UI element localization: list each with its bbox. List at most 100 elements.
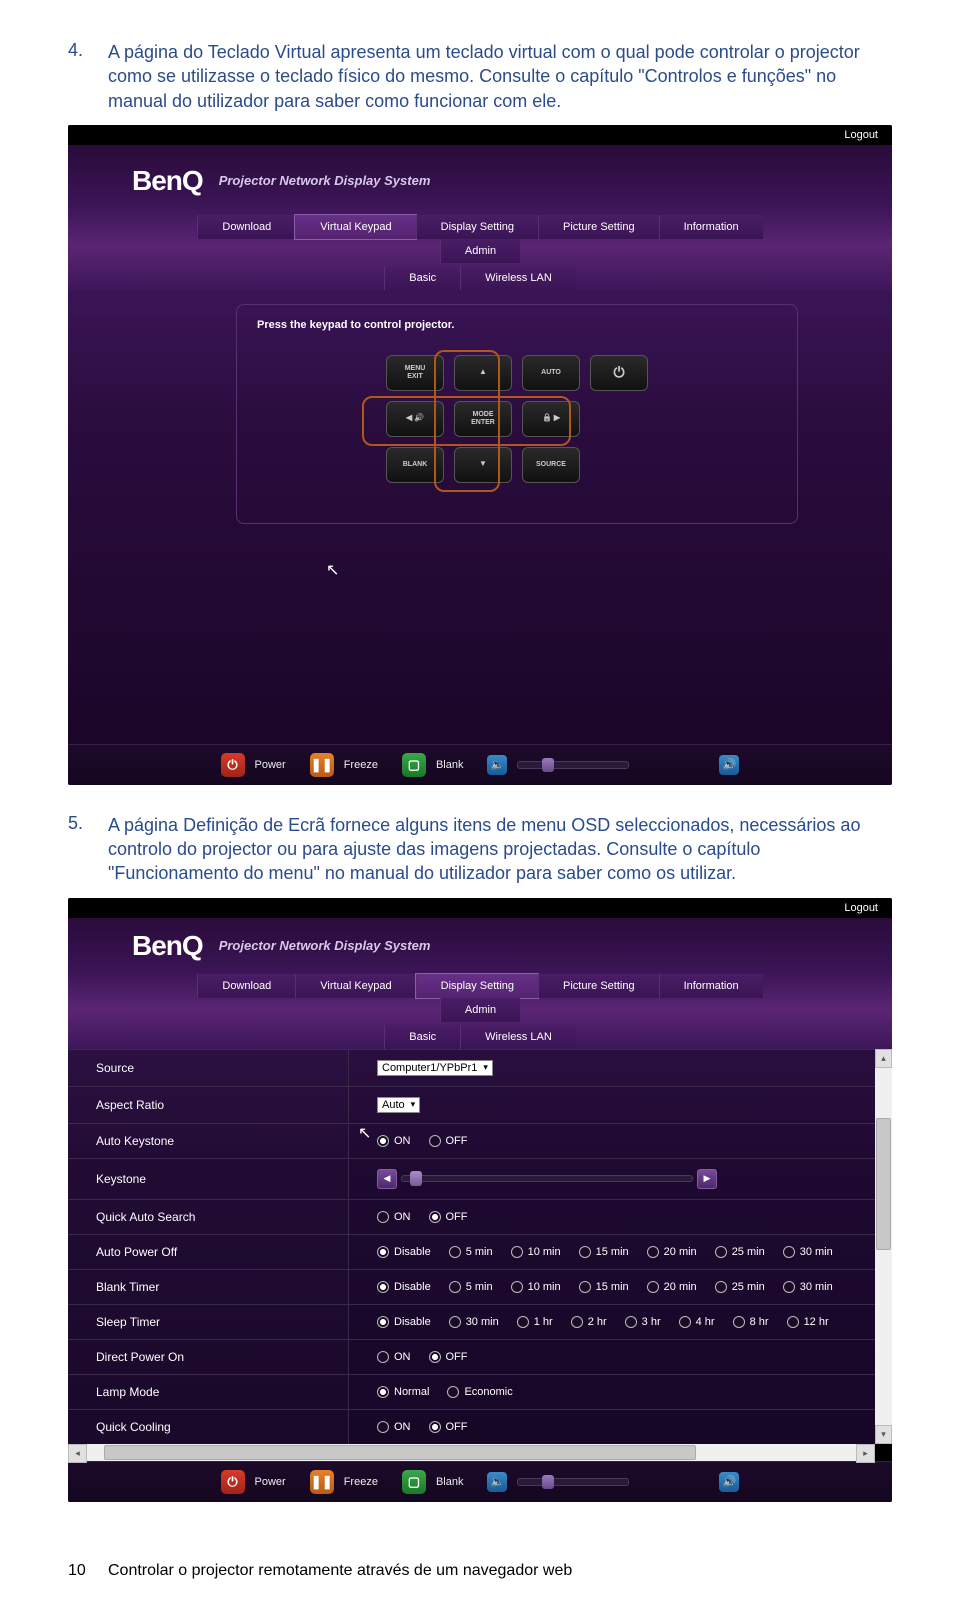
key-down[interactable] bbox=[454, 447, 512, 483]
slider-increase-button[interactable]: ▶ bbox=[697, 1169, 717, 1189]
radio-on[interactable]: ON bbox=[377, 1135, 411, 1147]
scroll-down-button[interactable]: ▾ bbox=[875, 1425, 892, 1444]
cursor-icon: ↖ bbox=[358, 1123, 371, 1143]
scroll-track[interactable] bbox=[875, 1068, 892, 1425]
radio-disable[interactable]: Disable bbox=[377, 1316, 431, 1328]
nav-display-setting[interactable]: Display Setting bbox=[416, 215, 538, 239]
key-left[interactable] bbox=[386, 401, 444, 437]
row-direct-power-on: Direct Power On ON OFF bbox=[68, 1339, 892, 1374]
nav-picture-setting[interactable]: Picture Setting bbox=[538, 974, 659, 998]
status-freeze-button[interactable]: ❚❚ bbox=[310, 753, 334, 777]
nav-display-setting[interactable]: Display Setting bbox=[416, 974, 538, 998]
subnav-basic[interactable]: Basic bbox=[384, 1025, 460, 1049]
volume-slider[interactable] bbox=[517, 1478, 629, 1486]
logo: BenQ bbox=[132, 930, 203, 962]
slider-thumb[interactable] bbox=[410, 1171, 422, 1186]
nav-virtual-keypad[interactable]: Virtual Keypad bbox=[295, 215, 415, 239]
radio-15min[interactable]: 15 min bbox=[579, 1281, 629, 1293]
slider-keystone[interactable]: ◀ ▶ bbox=[377, 1169, 717, 1189]
radio-30min[interactable]: 30 min bbox=[449, 1316, 499, 1328]
volume-slider-thumb[interactable] bbox=[542, 758, 554, 772]
scroll-thumb[interactable] bbox=[876, 1118, 891, 1250]
logout-link[interactable]: Logout bbox=[844, 129, 878, 141]
nav-admin[interactable]: Admin bbox=[440, 239, 520, 263]
subnav-wireless-lan[interactable]: Wireless LAN bbox=[460, 266, 576, 290]
key-power[interactable] bbox=[590, 355, 648, 391]
nav-information[interactable]: Information bbox=[659, 215, 763, 239]
radio-on[interactable]: ON bbox=[377, 1351, 411, 1363]
radio-2hr[interactable]: 2 hr bbox=[571, 1316, 607, 1328]
volume-slider[interactable] bbox=[517, 761, 629, 769]
nav-picture-setting[interactable]: Picture Setting bbox=[538, 215, 659, 239]
radio-4hr[interactable]: 4 hr bbox=[679, 1316, 715, 1328]
radio-group-direct-power-on: ON OFF bbox=[377, 1351, 880, 1363]
status-blank-button[interactable]: ▢ bbox=[402, 1470, 426, 1494]
status-blank-button[interactable]: ▢ bbox=[402, 753, 426, 777]
keypad-panel: Press the keypad to control projector. M… bbox=[236, 304, 798, 524]
vertical-scrollbar[interactable]: ▴ ▾ bbox=[875, 1049, 892, 1444]
keypad-instruction: Press the keypad to control projector. bbox=[257, 319, 777, 331]
status-power-button[interactable]: ⏻ bbox=[221, 1470, 245, 1494]
radio-on[interactable]: ON bbox=[377, 1421, 411, 1433]
radio-10min[interactable]: 10 min bbox=[511, 1246, 561, 1258]
scroll-left-button[interactable]: ◂ bbox=[68, 1444, 87, 1463]
radio-12hr[interactable]: 12 hr bbox=[787, 1316, 829, 1328]
radio-normal[interactable]: Normal bbox=[377, 1386, 429, 1398]
nav-download[interactable]: Download bbox=[197, 215, 295, 239]
horizontal-scrollbar[interactable]: ◂ ▸ bbox=[68, 1444, 875, 1461]
radio-30min[interactable]: 30 min bbox=[783, 1281, 833, 1293]
radio-10min[interactable]: 10 min bbox=[511, 1281, 561, 1293]
status-power-button[interactable]: ⏻ bbox=[221, 753, 245, 777]
key-menu-exit[interactable]: MENU EXIT bbox=[386, 355, 444, 391]
key-blank[interactable]: BLANK bbox=[386, 447, 444, 483]
key-mode-enter[interactable]: MODE ENTER bbox=[454, 401, 512, 437]
volume-up-icon[interactable]: 🔊 bbox=[719, 755, 739, 775]
key-auto[interactable]: AUTO bbox=[522, 355, 580, 391]
nav-information[interactable]: Information bbox=[659, 974, 763, 998]
radio-disable[interactable]: Disable bbox=[377, 1246, 431, 1258]
slider-track[interactable] bbox=[401, 1175, 693, 1182]
radio-3hr[interactable]: 3 hr bbox=[625, 1316, 661, 1328]
logout-link[interactable]: Logout bbox=[844, 902, 878, 914]
scroll-right-button[interactable]: ▸ bbox=[856, 1444, 875, 1463]
radio-25min[interactable]: 25 min bbox=[715, 1246, 765, 1258]
dropdown-aspect[interactable]: Auto bbox=[377, 1097, 420, 1113]
key-source[interactable]: SOURCE bbox=[522, 447, 580, 483]
key-up[interactable] bbox=[454, 355, 512, 391]
key-right[interactable] bbox=[522, 401, 580, 437]
radio-15min[interactable]: 15 min bbox=[579, 1246, 629, 1258]
nav-admin[interactable]: Admin bbox=[440, 998, 520, 1022]
scroll-track[interactable] bbox=[87, 1444, 856, 1461]
radio-8hr[interactable]: 8 hr bbox=[733, 1316, 769, 1328]
radio-economic[interactable]: Economic bbox=[447, 1386, 512, 1398]
volume-up-icon[interactable]: 🔊 bbox=[719, 1472, 739, 1492]
header: BenQ Projector Network Display System Do… bbox=[68, 918, 892, 1049]
status-freeze-button[interactable]: ❚❚ bbox=[310, 1470, 334, 1494]
scroll-up-button[interactable]: ▴ bbox=[875, 1049, 892, 1068]
radio-5min[interactable]: 5 min bbox=[449, 1246, 493, 1258]
volume-down-icon[interactable]: 🔈 bbox=[487, 1472, 507, 1492]
radio-disable[interactable]: Disable bbox=[377, 1281, 431, 1293]
nav-download[interactable]: Download bbox=[197, 974, 295, 998]
radio-30min[interactable]: 30 min bbox=[783, 1246, 833, 1258]
list-text: A página do Teclado Virtual apresenta um… bbox=[108, 40, 892, 113]
dropdown-source[interactable]: Computer1/YPbPr1 bbox=[377, 1060, 493, 1076]
radio-1hr[interactable]: 1 hr bbox=[517, 1316, 553, 1328]
radio-25min[interactable]: 25 min bbox=[715, 1281, 765, 1293]
radio-off[interactable]: OFF bbox=[429, 1211, 468, 1223]
radio-5min[interactable]: 5 min bbox=[449, 1281, 493, 1293]
volume-slider-thumb[interactable] bbox=[542, 1475, 554, 1489]
radio-off[interactable]: OFF bbox=[429, 1421, 468, 1433]
subnav-basic[interactable]: Basic bbox=[384, 266, 460, 290]
subnav-wireless-lan[interactable]: Wireless LAN bbox=[460, 1025, 576, 1049]
volume-down-icon[interactable]: 🔈 bbox=[487, 755, 507, 775]
topbar: Logout bbox=[68, 125, 892, 145]
radio-20min[interactable]: 20 min bbox=[647, 1281, 697, 1293]
radio-off[interactable]: OFF bbox=[429, 1135, 468, 1147]
radio-20min[interactable]: 20 min bbox=[647, 1246, 697, 1258]
slider-decrease-button[interactable]: ◀ bbox=[377, 1169, 397, 1189]
nav-virtual-keypad[interactable]: Virtual Keypad bbox=[295, 974, 415, 998]
scroll-thumb[interactable] bbox=[104, 1445, 696, 1460]
radio-on[interactable]: ON bbox=[377, 1211, 411, 1223]
radio-off[interactable]: OFF bbox=[429, 1351, 468, 1363]
